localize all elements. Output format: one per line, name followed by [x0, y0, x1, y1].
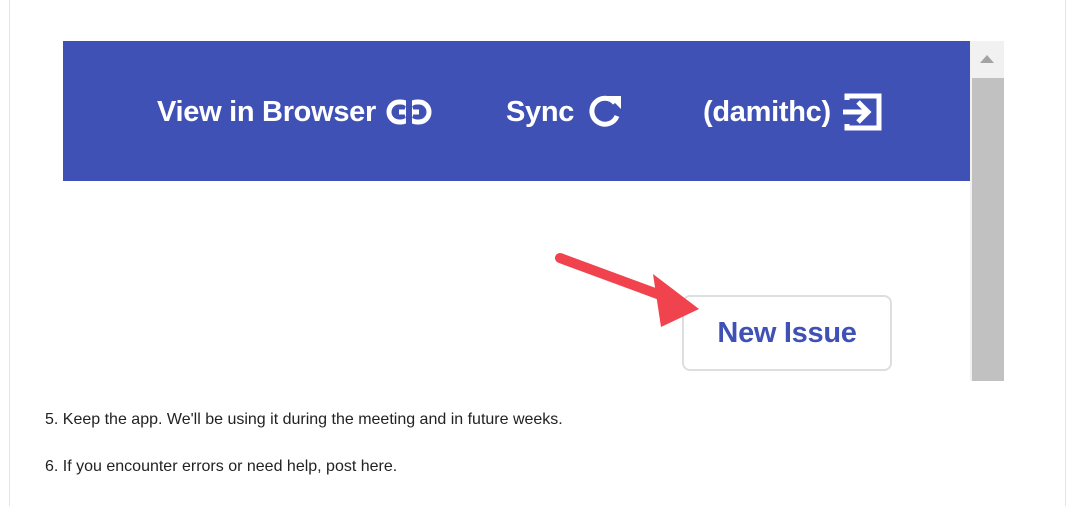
vertical-scrollbar[interactable]: [970, 41, 1004, 381]
new-issue-button[interactable]: New Issue: [682, 295, 892, 371]
sync-button[interactable]: Sync: [506, 90, 624, 134]
scrollbar-thumb[interactable]: [972, 78, 1004, 381]
app-toolbar: View in Browser Sync (damithc): [63, 41, 970, 181]
logout-icon: [841, 91, 885, 133]
scroll-up-arrow-icon[interactable]: [970, 41, 1004, 77]
instruction-step-5: 5. Keep the app. We'll be using it durin…: [45, 411, 563, 428]
view-in-browser-label: View in Browser: [157, 95, 376, 128]
refresh-icon: [584, 92, 624, 132]
app-screenshot: View in Browser Sync (damithc) New Issue: [63, 41, 1004, 381]
instruction-step-6: 6. If you encounter errors or need help,…: [45, 458, 398, 475]
logout-button[interactable]: (damithc): [703, 90, 885, 134]
username-label: (damithc): [703, 95, 831, 128]
sync-label: Sync: [506, 95, 575, 128]
view-in-browser-button[interactable]: View in Browser: [157, 90, 432, 134]
link-icon: [386, 97, 432, 127]
